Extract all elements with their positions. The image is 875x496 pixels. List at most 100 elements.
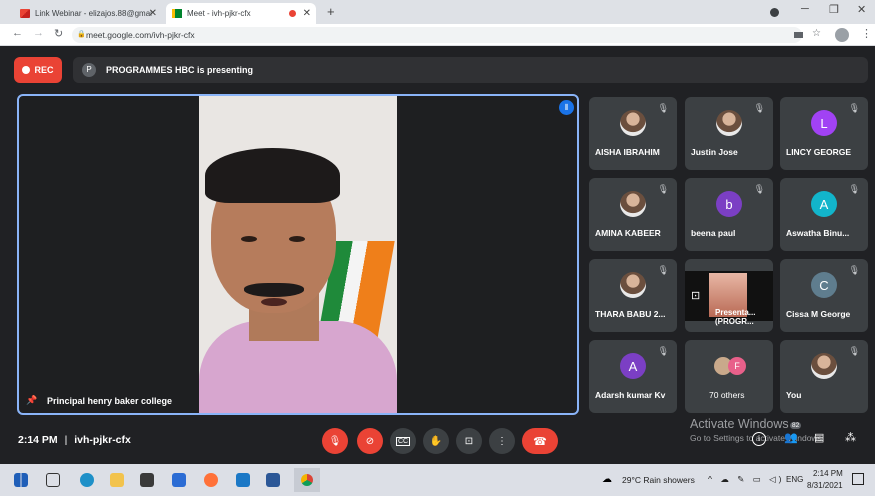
participant-tile[interactable]: 🎙 AISHA IBRAHIM <box>589 97 677 170</box>
maximize-icon[interactable]: ❐ <box>829 3 839 16</box>
profile-avatar-icon[interactable] <box>835 28 849 42</box>
bookmark-star-icon[interactable]: ☆ <box>812 28 821 39</box>
gmail-icon <box>20 9 30 18</box>
present-button[interactable]: ⊡ <box>456 428 482 454</box>
media-app-icon[interactable] <box>172 473 186 487</box>
people-count-badge: 82 <box>790 422 802 429</box>
weather-icon: ☁ <box>602 474 612 485</box>
menu-dots-icon[interactable]: ⋮ <box>861 27 872 40</box>
participant-name: You <box>786 390 802 400</box>
mic-muted-icon: 🎙 <box>753 103 765 113</box>
record-dot-icon <box>22 66 31 74</box>
chat-icon[interactable]: ▤ <box>814 431 824 444</box>
weather-text[interactable]: 29°C Rain showers <box>622 475 695 485</box>
tab-meet[interactable]: Meet - ivh-pjkr-cfx ✕ <box>166 3 316 24</box>
camera-indicator-icon[interactable] <box>794 32 803 38</box>
participant-name: beena paul <box>691 228 736 238</box>
participant-tile[interactable]: 🎙 You <box>780 340 868 413</box>
reload-icon[interactable]: ↻ <box>54 27 63 40</box>
raise-hand-button[interactable]: ✋ <box>423 428 449 454</box>
participant-tile[interactable]: 🎙 Justin Jose <box>685 97 773 170</box>
speaker-mouth <box>261 298 287 306</box>
edge-icon[interactable] <box>80 473 94 487</box>
camera-off-button[interactable]: ⊘ <box>357 428 383 454</box>
address-bar-row: ← → ↻ 🔒 meet.google.com/ivh-pjkr-cfx ☆ ⋮ <box>0 24 875 46</box>
mic-muted-icon: 🎙 <box>657 103 669 113</box>
participant-tile[interactable]: 🎙 L LINCY GEORGE <box>780 97 868 170</box>
participant-avatar: C <box>811 272 837 298</box>
forward-icon[interactable]: → <box>33 27 44 39</box>
leave-call-button[interactable]: ☎ <box>522 428 558 454</box>
mic-muted-icon: 🎙 <box>753 184 765 194</box>
close-window-icon[interactable]: ✕ <box>857 3 866 16</box>
audio-active-icon: ⦀ <box>559 100 574 115</box>
back-icon[interactable]: ← <box>12 27 23 39</box>
speaker-moustache <box>244 283 304 297</box>
pin-icon[interactable]: 📌 <box>26 395 37 406</box>
windows-taskbar: ☁ 29°C Rain showers ^ ☁ ✎ ▭ ◁) ENG 2:14 … <box>0 464 875 496</box>
mic-muted-icon: 🎙 <box>657 184 669 194</box>
photos-icon[interactable] <box>266 473 280 487</box>
participant-avatar: A <box>811 191 837 217</box>
presenting-text: PROGRAMMES HBC is presenting <box>106 65 254 75</box>
activities-icon[interactable]: ⁂ <box>845 431 856 444</box>
people-icon[interactable]: 👥 <box>784 431 798 444</box>
mic-muted-icon: 🎙 <box>848 265 860 275</box>
mail-icon[interactable] <box>236 473 250 487</box>
profile-dot-icon[interactable] <box>770 8 779 17</box>
captions-button[interactable]: CC <box>390 428 416 454</box>
participant-tile[interactable]: F 70 others <box>685 340 773 413</box>
mic-muted-icon: 🎙 <box>848 346 860 356</box>
participant-photo <box>620 110 646 136</box>
new-tab-button[interactable]: + <box>327 4 335 19</box>
participant-tile[interactable]: 🎙 THARA BABU 2... <box>589 259 677 332</box>
mic-off-button[interactable]: 🎙 <box>322 428 348 454</box>
minimize-icon[interactable]: ─ <box>801 3 809 15</box>
task-view-icon[interactable] <box>46 473 60 487</box>
tab-title: Link Webinar - elizajos.88@gmai <box>35 9 152 18</box>
more-options-button[interactable]: ⋮ <box>489 428 515 454</box>
meeting-info: 2:14 PM | ivh-pjkr-cfx <box>18 434 131 446</box>
participant-avatar: F <box>728 357 746 375</box>
meeting-time: 2:14 PM <box>18 434 58 446</box>
close-tab-icon[interactable]: ✕ <box>149 8 157 19</box>
rec-label: REC <box>34 65 54 75</box>
recording-dot-icon <box>289 10 296 17</box>
participant-name: AISHA IBRAHIM <box>595 147 660 157</box>
firefox-icon[interactable] <box>204 473 218 487</box>
url-input[interactable]: 🔒 meet.google.com/ivh-pjkr-cfx <box>72 27 802 43</box>
speaker-video-feed <box>199 96 397 413</box>
info-icon[interactable]: i <box>752 432 766 446</box>
file-explorer-icon[interactable] <box>110 473 124 487</box>
participant-photo <box>811 353 837 379</box>
main-speaker-name: Principal henry baker college <box>47 396 173 406</box>
participant-name: Aswatha Binu... <box>786 228 850 238</box>
present-icon: ⊡ <box>691 290 701 302</box>
close-tab-icon[interactable]: ✕ <box>303 8 311 19</box>
participant-name: AMINA KABEER <box>595 228 661 238</box>
participant-tile[interactable]: 🎙 A Adarsh kumar Kv <box>589 340 677 413</box>
url-text: meet.google.com/ivh-pjkr-cfx <box>86 30 195 40</box>
participant-tile[interactable]: 🎙 C Cissa M George <box>780 259 868 332</box>
participant-name: THARA BABU 2... <box>595 309 666 319</box>
participant-photo <box>716 110 742 136</box>
participant-avatar: L <box>811 110 837 136</box>
present-icon: ⊡ <box>464 435 474 447</box>
windows-start-icon[interactable] <box>14 473 28 487</box>
system-tray-icons[interactable]: ^ ☁ ✎ ▭ ◁) <box>708 474 784 485</box>
participant-tile[interactable]: 🎙 A Aswatha Binu... <box>780 178 868 251</box>
notifications-icon[interactable] <box>852 473 864 485</box>
participant-tile[interactable]: 🎙 AMINA KABEER <box>589 178 677 251</box>
language-indicator[interactable]: ENG <box>786 475 803 484</box>
more-vert-icon: ⋮ <box>497 435 507 447</box>
tab-link-webinar[interactable]: Link Webinar - elizajos.88@gmai ✕ <box>14 3 162 24</box>
participant-name: Presenta... (PROGR... <box>715 308 756 326</box>
main-speaker-video[interactable]: ⦀ 📌 Principal henry baker college <box>17 94 579 415</box>
participant-tile[interactable]: 🎙 b beena paul <box>685 178 773 251</box>
tab-title: Meet - ivh-pjkr-cfx <box>187 9 251 18</box>
meet-icon <box>172 9 182 18</box>
participant-name: LINCY GEORGE <box>786 147 852 157</box>
participant-tile[interactable]: ⊡ Presenta... (PROGR... <box>685 259 773 332</box>
mic-muted-icon: 🎙 <box>848 184 860 194</box>
store-icon[interactable] <box>140 473 154 487</box>
